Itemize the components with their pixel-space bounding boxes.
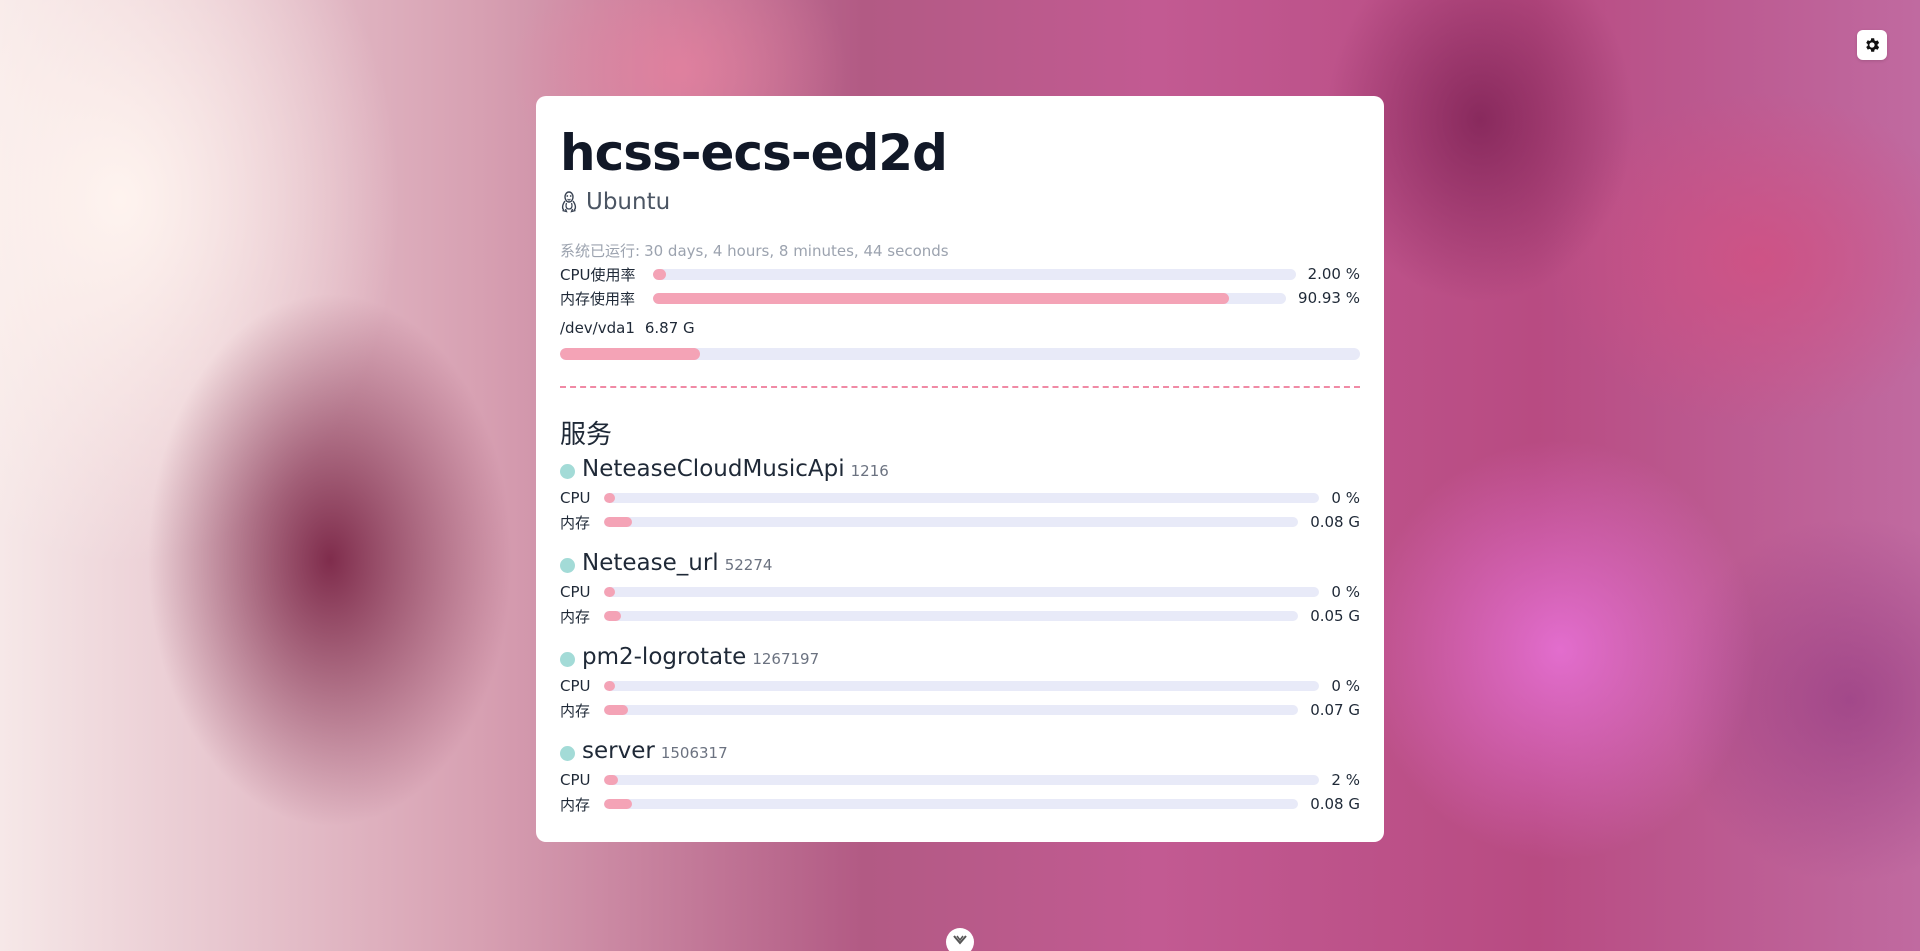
service-item: server 1506317 CPU 2 % 内存 0.08 G: [560, 738, 1360, 816]
uptime-label: 系统已运行:: [560, 242, 641, 260]
uptime-value: 30 days, 4 hours, 8 minutes, 44 seconds: [644, 242, 949, 260]
service-memory-fill: [604, 705, 629, 715]
services-title: 服务: [560, 420, 613, 450]
service-cpu-label: CPU: [560, 677, 591, 695]
memory-usage-value: 90.93 %: [1298, 289, 1360, 307]
section-divider: [560, 386, 1360, 388]
services-list: NeteaseCloudMusicApi 1216 CPU 0 % 内存 0.0…: [560, 456, 1360, 816]
linux-icon: [560, 191, 578, 213]
service-cpu-bar: [604, 493, 1320, 503]
service-memory-row: 内存 0.08 G: [560, 792, 1360, 816]
service-cpu-fill: [604, 587, 616, 597]
service-memory-row: 内存 0.08 G: [560, 510, 1360, 534]
service-cpu-value: 0 %: [1331, 583, 1360, 601]
service-pid: 1216: [850, 462, 889, 480]
service-item: Netease_url 52274 CPU 0 % 内存 0.05 G: [560, 550, 1360, 628]
hostname-title: hcss-ecs-ed2d: [560, 124, 948, 182]
service-memory-value: 0.08 G: [1310, 513, 1360, 531]
service-memory-bar: [604, 799, 1299, 809]
cpu-usage-bar: [653, 268, 1296, 280]
memory-usage-fill: [653, 292, 1229, 304]
service-cpu-label: CPU: [560, 583, 591, 601]
server-status-card: hcss-ecs-ed2d Ubuntu 系统已运行: 30 days, 4 ho…: [536, 96, 1384, 842]
service-memory-label: 内存: [560, 607, 591, 626]
service-cpu-fill: [604, 493, 616, 503]
service-pid: 1506317: [660, 744, 728, 762]
service-name: pm2-logrotate: [582, 644, 747, 670]
service-memory-label: 内存: [560, 513, 591, 532]
service-cpu-bar: [604, 681, 1320, 691]
disk-device: /dev/vda1: [560, 319, 635, 337]
service-cpu-value: 0 %: [1331, 677, 1360, 695]
cpu-usage-row: CPU使用率 2.00 %: [560, 262, 1360, 286]
service-memory-label: 内存: [560, 701, 591, 720]
service-memory-bar: [604, 517, 1299, 527]
service-cpu-row: CPU 0 %: [560, 674, 1360, 698]
service-pid: 1267197: [752, 650, 820, 668]
service-memory-row: 内存 0.05 G: [560, 604, 1360, 628]
service-cpu-value: 2 %: [1331, 771, 1360, 789]
service-header: server 1506317: [560, 738, 1360, 768]
service-item: NeteaseCloudMusicApi 1216 CPU 0 % 内存 0.0…: [560, 456, 1360, 534]
service-memory-fill: [604, 517, 632, 527]
status-dot: [560, 745, 575, 761]
service-item: pm2-logrotate 1267197 CPU 0 % 内存 0.07 G: [560, 644, 1360, 722]
cpu-usage-value: 2.00 %: [1307, 265, 1360, 283]
memory-usage-row: 内存使用率 90.93 %: [560, 286, 1360, 310]
service-memory-row: 内存 0.07 G: [560, 698, 1360, 722]
service-header: Netease_url 52274: [560, 550, 1360, 580]
status-dot: [560, 463, 575, 479]
service-memory-fill: [604, 611, 622, 621]
service-memory-value: 0.07 G: [1310, 701, 1360, 719]
cpu-usage-label: CPU使用率: [560, 265, 636, 284]
service-memory-bar: [604, 611, 1299, 621]
service-cpu-value: 0 %: [1331, 489, 1360, 507]
os-info: Ubuntu: [560, 186, 1360, 218]
service-name: NeteaseCloudMusicApi: [582, 456, 845, 482]
status-dot: [560, 651, 575, 667]
settings-button[interactable]: [1857, 30, 1887, 60]
service-cpu-bar: [604, 775, 1320, 785]
service-name: server: [582, 738, 655, 764]
memory-usage-label: 内存使用率: [560, 289, 636, 308]
disk-info: /dev/vda1 6.87 G: [560, 316, 1360, 340]
os-name: Ubuntu: [586, 189, 671, 215]
service-header: pm2-logrotate 1267197: [560, 644, 1360, 674]
gear-icon: [1866, 38, 1880, 52]
service-cpu-row: CPU 2 %: [560, 768, 1360, 792]
service-memory-fill: [604, 799, 632, 809]
service-memory-value: 0.05 G: [1310, 607, 1360, 625]
service-name: Netease_url: [582, 550, 719, 576]
service-cpu-bar: [604, 587, 1320, 597]
disk-usage-fill: [560, 348, 700, 360]
service-cpu-label: CPU: [560, 771, 591, 789]
service-memory-value: 0.08 G: [1310, 795, 1360, 813]
service-cpu-row: CPU 0 %: [560, 486, 1360, 510]
scroll-down-button[interactable]: [946, 928, 974, 951]
service-memory-label: 内存: [560, 795, 591, 814]
service-pid: 52274: [724, 556, 773, 574]
service-header: NeteaseCloudMusicApi 1216: [560, 456, 1360, 486]
status-dot: [560, 557, 575, 573]
service-memory-bar: [604, 705, 1299, 715]
disk-usage-bar: [560, 348, 1360, 360]
chevron-down-icon: [953, 935, 967, 945]
service-cpu-fill: [604, 681, 616, 691]
cpu-usage-fill: [653, 268, 666, 280]
service-cpu-label: CPU: [560, 489, 591, 507]
service-cpu-fill: [604, 775, 619, 785]
uptime-text: 系统已运行: 30 days, 4 hours, 8 minutes, 44 se…: [560, 240, 1360, 262]
disk-size: 6.87 G: [644, 319, 695, 337]
service-cpu-row: CPU 0 %: [560, 580, 1360, 604]
memory-usage-bar: [653, 292, 1287, 304]
